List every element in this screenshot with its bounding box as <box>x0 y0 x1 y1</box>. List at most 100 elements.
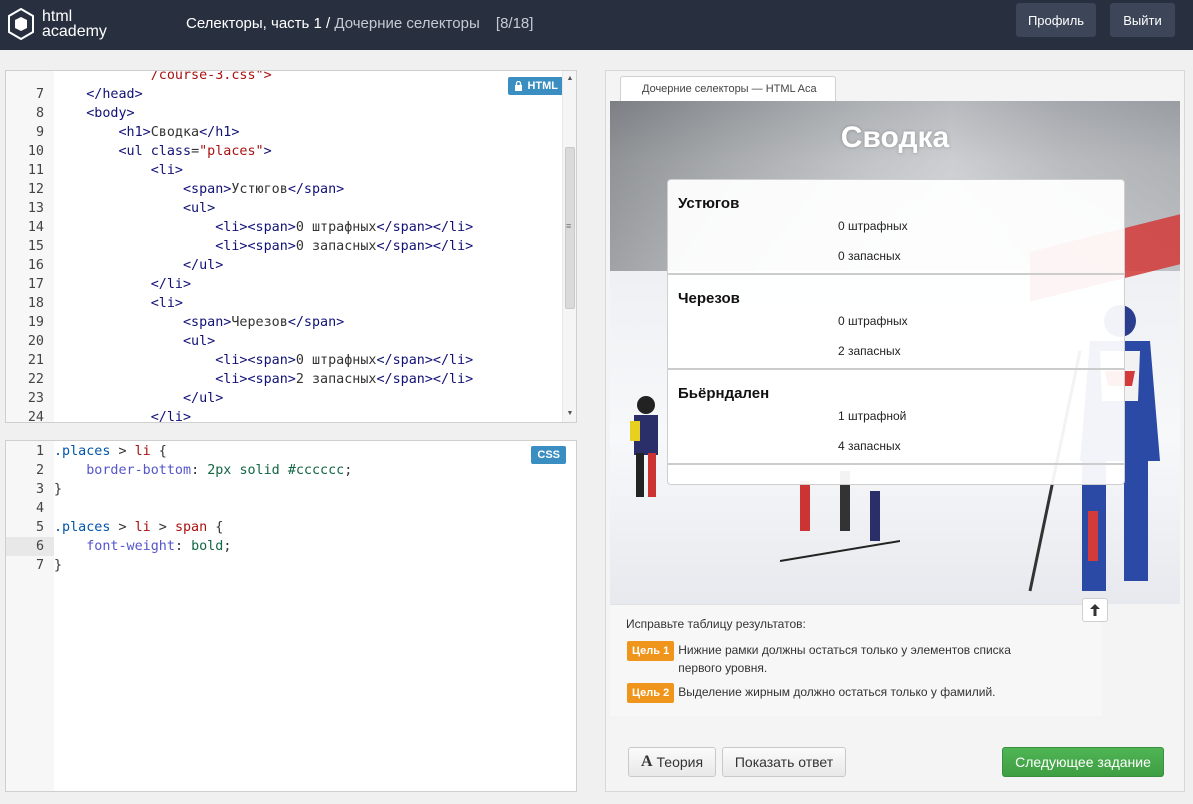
code-line[interactable]: 24 </li> <box>6 408 576 422</box>
code-text[interactable]: <li><span>0 штрафных</span></li> <box>54 351 473 370</box>
code-text[interactable]: } <box>54 480 62 499</box>
code-token: Черезов <box>231 315 288 330</box>
code-text[interactable]: <span>Устюгов</span> <box>54 180 344 199</box>
code-text[interactable]: .places > li { <box>54 442 167 461</box>
collapse-task-button[interactable] <box>1082 598 1108 622</box>
lock-icon <box>515 81 523 91</box>
code-text[interactable]: <ul class="places"> <box>54 142 272 161</box>
code-text[interactable]: <ul> <box>54 199 215 218</box>
line-number: 5 <box>35 520 44 535</box>
code-token: <span> <box>183 182 232 197</box>
next-task-button[interactable]: Следующее задание <box>1002 747 1164 777</box>
code-text[interactable]: font-weight: bold; <box>54 537 231 556</box>
code-line[interactable]: 15 <li><span>0 запасных</span></li> <box>6 237 576 256</box>
code-text[interactable]: </li> <box>54 408 191 422</box>
code-text[interactable]: } <box>54 556 62 575</box>
line-number: 23 <box>27 391 44 406</box>
scroll-up-arrow-icon[interactable]: ▲ <box>563 73 576 85</box>
code-line[interactable]: 20 <ul> <box>6 332 576 351</box>
code-token: { <box>207 520 224 535</box>
line-number: 20 <box>27 334 44 349</box>
results-list: Устюгов 0 штрафных 0 запасных Черезов 0 … <box>667 179 1125 485</box>
scroll-down-arrow-icon[interactable]: ▼ <box>563 408 576 420</box>
line-number: 4 <box>35 501 44 516</box>
code-text[interactable]: <li> <box>54 294 183 313</box>
css-editor[interactable]: 1 .places > li {2 border-bottom: 2px soli… <box>5 440 577 792</box>
code-line[interactable]: 7} <box>6 556 576 575</box>
profile-button[interactable]: Профиль <box>1016 3 1096 37</box>
code-line[interactable]: 18 <li> <box>6 294 576 313</box>
html-scrollbar[interactable]: ▲ ≡ ▼ <box>562 71 576 422</box>
code-line[interactable]: 2 border-bottom: 2px solid #cccccc; <box>6 461 576 480</box>
code-text[interactable]: <ul> <box>54 332 215 351</box>
code-line[interactable]: 21 <li><span>0 штрафных</span></li> <box>6 351 576 370</box>
code-line[interactable]: 3} <box>6 480 576 499</box>
code-text[interactable]: border-bottom: 2px solid #cccccc; <box>54 461 352 480</box>
code-text[interactable]: <body> <box>54 104 134 123</box>
preview-tab[interactable]: Дочерние селекторы — HTML Aca <box>620 76 836 101</box>
code-line[interactable]: 5 .places > li > span { <box>6 518 576 537</box>
logout-button[interactable]: Выйти <box>1110 3 1175 37</box>
list-item: Бьёрндален 1 штрафной 4 запасных <box>668 370 1124 465</box>
code-text[interactable]: </head> <box>54 85 143 104</box>
code-token: </span></li> <box>376 220 474 235</box>
code-line[interactable]: 1 .places > li { <box>6 442 576 461</box>
code-line[interactable]: 14 <li><span>0 штрафных</span></li> <box>6 218 576 237</box>
code-line[interactable]: 7 </head> <box>6 85 576 104</box>
code-line[interactable]: 9 <h1>Сводка</h1> <box>6 123 576 142</box>
code-line[interactable]: /course-3.css"> <box>6 71 576 85</box>
code-token: <li><span> <box>215 220 296 235</box>
code-token: <h1> <box>118 125 151 140</box>
code-text[interactable]: </ul> <box>54 389 223 408</box>
line-number: 22 <box>27 372 44 387</box>
code-text[interactable]: /course-3.css"> <box>54 71 272 85</box>
line-number: 1 <box>35 444 44 459</box>
code-text[interactable]: <span>Черезов</span> <box>54 313 344 332</box>
breadcrumb-separator: / <box>326 15 331 32</box>
goal-2-text: Выделение жирным должно остаться только … <box>678 685 996 699</box>
code-line[interactable]: 4 <box>6 499 576 518</box>
code-text[interactable]: </li> <box>54 275 191 294</box>
code-line[interactable]: 16 </ul> <box>6 256 576 275</box>
code-token: li <box>134 520 151 535</box>
code-token: 2 запасных <box>295 372 377 387</box>
html-editor[interactable]: /course-3.css"> 7 </head> 8 <body> 9 <h1>Св… <box>5 70 577 423</box>
html-code-lines[interactable]: /course-3.css"> 7 </head> 8 <body> 9 <h1>Св… <box>6 71 576 422</box>
goal-2-badge: Цель 2 <box>627 683 675 703</box>
code-line[interactable]: 19 <span>Черезов</span> <box>6 313 576 332</box>
code-text[interactable]: <li> <box>54 161 183 180</box>
code-token: > <box>150 520 175 535</box>
css-code-lines[interactable]: 1 .places > li {2 border-bottom: 2px soli… <box>6 442 576 575</box>
theory-button[interactable]: A Теория <box>628 747 716 777</box>
code-token: bold <box>191 539 224 554</box>
logo[interactable]: html academy <box>8 5 118 43</box>
code-text[interactable]: <h1>Сводка</h1> <box>54 123 240 142</box>
code-token: <ul> <box>183 201 216 216</box>
code-text[interactable]: <li><span>2 запасных</span></li> <box>54 370 473 389</box>
code-text[interactable]: .places > li > span { <box>54 518 223 537</box>
code-token: .places <box>54 444 111 459</box>
code-line[interactable]: 6 font-weight: bold; <box>6 537 576 556</box>
show-answer-button[interactable]: Показать ответ <box>722 747 846 777</box>
code-text[interactable]: <li><span>0 штрафных</span></li> <box>54 218 473 237</box>
code-token: </head> <box>86 87 143 102</box>
code-line[interactable]: 12 <span>Устюгов</span> <box>6 180 576 199</box>
code-text[interactable]: <li><span>0 запасных</span></li> <box>54 237 473 256</box>
list-item: Черезов 0 штрафных 2 запасных <box>668 275 1124 370</box>
code-token: </span></li> <box>376 372 474 387</box>
code-token: > <box>110 444 135 459</box>
code-line[interactable]: 23 </ul> <box>6 389 576 408</box>
athlete-name: Бьёрндален <box>678 385 770 402</box>
code-line[interactable]: 10 <ul class="places"> <box>6 142 576 161</box>
code-line[interactable]: 8 <body> <box>6 104 576 123</box>
breadcrumb-course[interactable]: Селекторы, часть 1 <box>186 15 322 32</box>
code-line[interactable]: 17 </li> <box>6 275 576 294</box>
code-text[interactable]: </ul> <box>54 256 223 275</box>
code-line[interactable]: 13 <ul> <box>6 199 576 218</box>
code-line[interactable]: 22 <li><span>2 запасных</span></li> <box>6 370 576 389</box>
code-line[interactable]: 11 <li> <box>6 161 576 180</box>
